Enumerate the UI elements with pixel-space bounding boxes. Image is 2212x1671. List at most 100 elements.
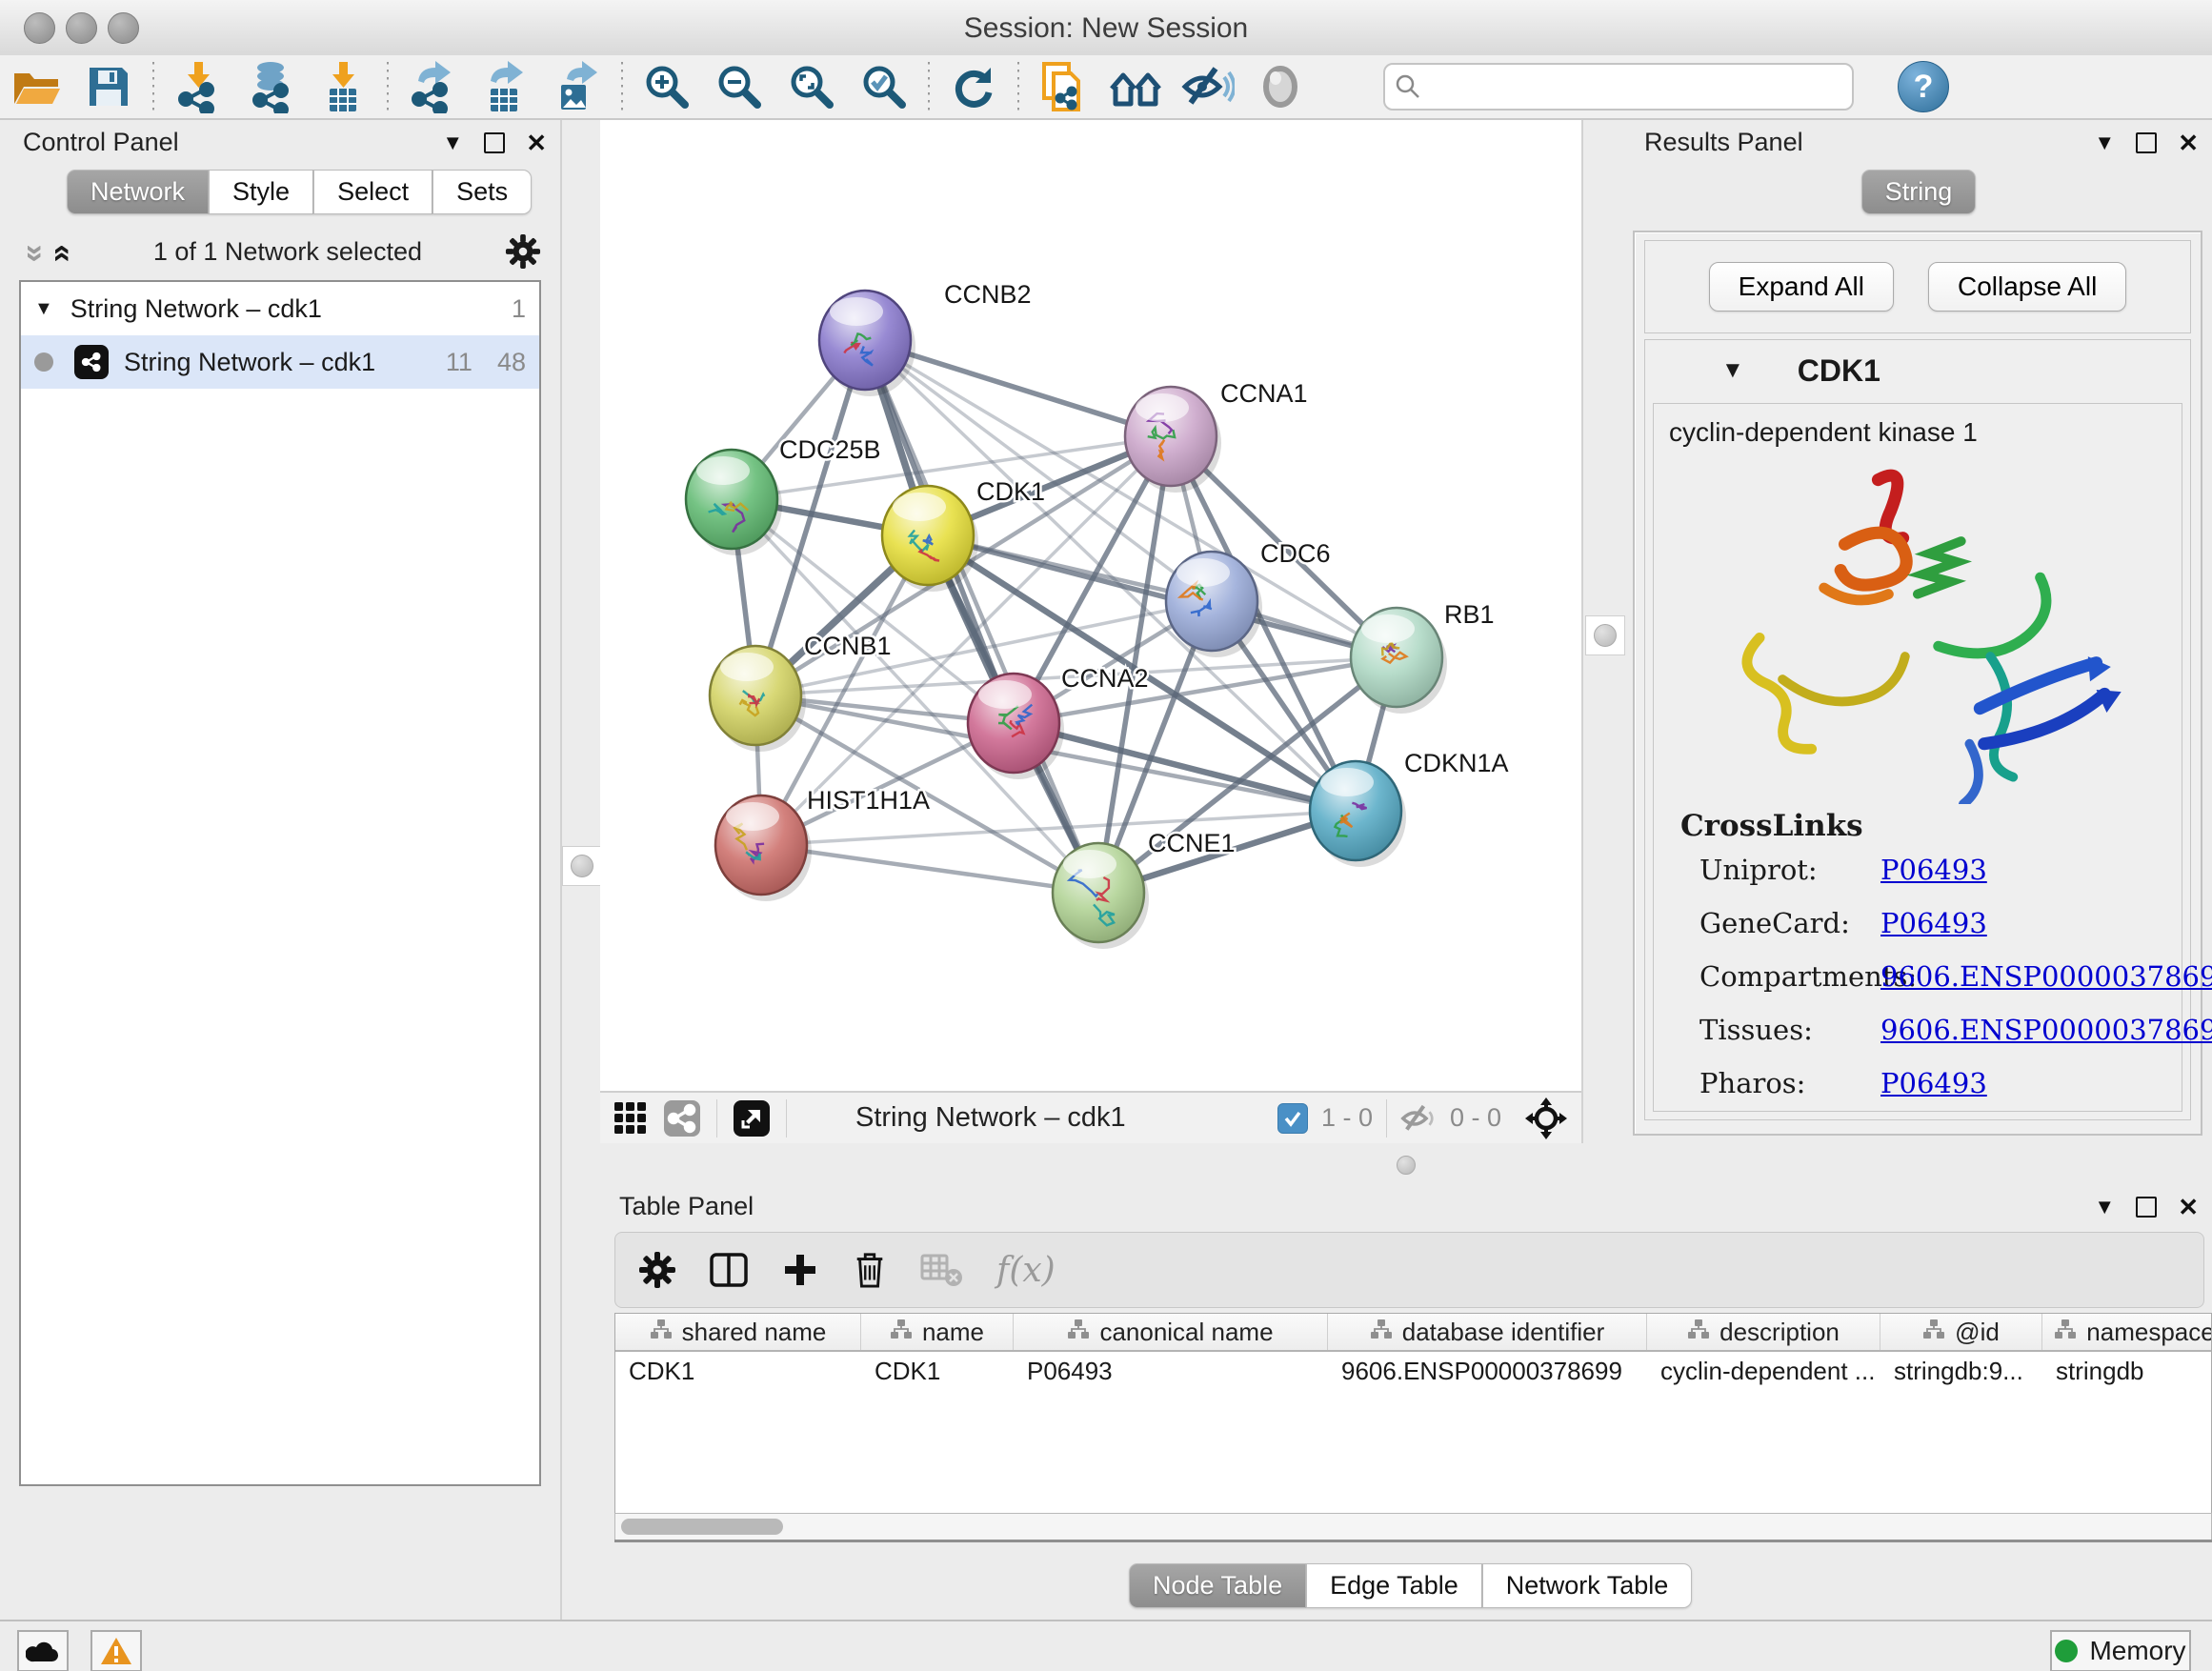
crosslink-link[interactable]: P06493 xyxy=(1880,907,1987,939)
tab-network[interactable]: Network xyxy=(67,170,209,214)
node-CCNB2[interactable]: CCNB2 xyxy=(819,280,1032,396)
gene-description: cyclin-dependent kinase 1 xyxy=(1654,404,2182,448)
panel-close-icon[interactable]: ✕ xyxy=(2178,131,2199,155)
crosslink-link[interactable]: 9606.ENSP00000378699 xyxy=(1880,960,2212,993)
zoom-out-button[interactable] xyxy=(703,58,775,115)
node-CDK1[interactable]: CDK1 xyxy=(882,477,1045,592)
network-collection-row[interactable]: ▼ String Network – cdk1 1 xyxy=(21,282,539,335)
grid-view-icon[interactable] xyxy=(613,1101,648,1136)
panel-menu-icon[interactable]: ▼ xyxy=(2094,132,2115,153)
table-horizontal-scrollbar[interactable] xyxy=(614,1513,2212,1541)
edge-HIST1H1A-CCNE1[interactable] xyxy=(761,845,1098,893)
horizontal-splitter[interactable] xyxy=(600,1143,2212,1186)
refresh-button[interactable] xyxy=(937,58,1010,115)
cytoscape-window: Session: New Session xyxy=(0,0,2212,1671)
hide-selected-button[interactable] xyxy=(1172,58,1244,115)
import-network-button[interactable] xyxy=(162,58,234,115)
left-splitter[interactable] xyxy=(560,120,604,1620)
zoom-selected-button[interactable] xyxy=(848,58,920,115)
collapse-all-button[interactable]: Collapse All xyxy=(1928,262,2126,312)
add-column-icon[interactable] xyxy=(781,1251,819,1289)
tab-edge-table[interactable]: Edge Table xyxy=(1306,1563,1482,1608)
copy-network-button[interactable] xyxy=(1027,58,1099,115)
panel-close-icon[interactable]: ✕ xyxy=(2178,1195,2199,1219)
network-row[interactable]: String Network – cdk1 11 48 xyxy=(21,335,539,389)
zoom-fit-button[interactable] xyxy=(775,58,848,115)
gene-collapse-icon[interactable]: ▼ xyxy=(1721,357,1744,384)
search-field[interactable] xyxy=(1383,63,1854,111)
help-button[interactable]: ? xyxy=(1898,61,1949,112)
column-header-shared-name[interactable]: shared name xyxy=(615,1314,861,1350)
table-row[interactable]: CDK1CDK1P064939606.ENSP00000378699cyclin… xyxy=(615,1352,2211,1390)
table-options-gear-icon[interactable] xyxy=(638,1251,676,1289)
cloud-status-button[interactable] xyxy=(17,1630,69,1671)
expand-all-button[interactable]: Expand All xyxy=(1709,262,1894,312)
crosslink-link[interactable]: P06493 xyxy=(1880,1067,1987,1099)
zoom-in-button[interactable] xyxy=(631,58,703,115)
panel-close-icon[interactable]: ✕ xyxy=(526,131,547,155)
show-columns-icon[interactable] xyxy=(709,1251,749,1289)
export-table-button[interactable] xyxy=(469,58,541,115)
horizontal-splitter-grabber[interactable] xyxy=(1397,1156,1416,1175)
column-header-namespace[interactable]: namespace xyxy=(2042,1314,2212,1350)
memory-button[interactable]: Memory xyxy=(2050,1630,2191,1671)
tab-string[interactable]: String xyxy=(1861,170,1977,214)
warnings-button[interactable] xyxy=(90,1630,142,1671)
control-panel-tabs: NetworkStyleSelectSets xyxy=(67,170,532,214)
column-header-database-identifier[interactable]: database identifier xyxy=(1328,1314,1647,1350)
import-database-button[interactable] xyxy=(234,58,307,115)
collapse-all-networks-icon[interactable]: « xyxy=(47,245,79,259)
search-input[interactable] xyxy=(1421,71,1842,103)
show-all-button[interactable] xyxy=(1244,58,1317,115)
first-neighbors-button[interactable] xyxy=(1099,58,1172,115)
open-session-button[interactable] xyxy=(0,58,72,115)
crosslink-link[interactable]: P06493 xyxy=(1880,854,1987,886)
tab-style[interactable]: Style xyxy=(209,170,313,214)
tab-network-table[interactable]: Network Table xyxy=(1482,1563,1693,1608)
column-header-@id[interactable]: @id xyxy=(1880,1314,2042,1350)
selected-nodes-checkbox[interactable] xyxy=(1277,1103,1308,1134)
column-header-name[interactable]: name xyxy=(861,1314,1014,1350)
tab-node-table[interactable]: Node Table xyxy=(1129,1563,1306,1608)
delete-column-icon[interactable] xyxy=(852,1250,888,1290)
toolbar-separator xyxy=(387,62,389,111)
gene-detail-box: cyclin-dependent kinase 1 xyxy=(1653,403,2182,1112)
node-CDC6[interactable]: CDC6 xyxy=(1166,539,1331,657)
save-session-button[interactable] xyxy=(72,58,145,115)
left-splitter-grabber[interactable] xyxy=(562,846,602,886)
detach-view-icon[interactable] xyxy=(733,1099,771,1137)
right-splitter[interactable] xyxy=(1581,120,1629,1143)
export-image-button[interactable] xyxy=(541,58,613,115)
network-canvas[interactable]: CCNB2CCNA1CDC25BCDK1CDC6RB1CCNB1CCNA2CDK… xyxy=(600,120,1581,1091)
panel-float-icon[interactable] xyxy=(484,132,505,153)
crosslink-label: Compartments: xyxy=(1699,960,1880,993)
network-tree: ▼ String Network – cdk1 1 String Network… xyxy=(19,280,541,1486)
node-RB1[interactable]: RB1 xyxy=(1351,600,1495,714)
node-HIST1H1A[interactable]: HIST1H1A xyxy=(715,786,930,901)
right-splitter-grabber[interactable] xyxy=(1585,615,1625,655)
network-share-icon[interactable] xyxy=(663,1099,701,1137)
tab-sets[interactable]: Sets xyxy=(432,170,532,214)
column-header-description[interactable]: description xyxy=(1647,1314,1880,1350)
node-CCNE1[interactable]: CCNE1 xyxy=(1053,829,1236,949)
node-CDC25B[interactable]: CDC25B xyxy=(686,435,881,555)
node-label-CCNB1: CCNB1 xyxy=(804,632,892,660)
collection-expand-icon[interactable]: ▼ xyxy=(34,298,53,320)
crosslink-label: Uniprot: xyxy=(1699,854,1880,886)
node-CCNA1[interactable]: CCNA1 xyxy=(1125,379,1308,493)
node-CDKN1A[interactable]: CDKN1A xyxy=(1310,749,1509,867)
pan-crosshair-icon[interactable] xyxy=(1524,1097,1568,1140)
export-network-button[interactable] xyxy=(396,58,469,115)
panel-menu-icon[interactable]: ▼ xyxy=(442,132,463,153)
scrollbar-thumb[interactable] xyxy=(621,1519,783,1535)
crosslink-row: Tissues:9606.ENSP00000378699 xyxy=(1699,1014,2162,1046)
column-header-canonical-name[interactable]: canonical name xyxy=(1014,1314,1328,1350)
export-network-icon xyxy=(407,60,458,113)
tab-select[interactable]: Select xyxy=(313,170,432,214)
crosslink-link[interactable]: 9606.ENSP00000378699 xyxy=(1880,1014,2212,1046)
panel-float-icon[interactable] xyxy=(2136,132,2157,153)
panel-float-icon[interactable] xyxy=(2136,1197,2157,1218)
panel-menu-icon[interactable]: ▼ xyxy=(2094,1197,2115,1218)
network-options-gear-icon[interactable] xyxy=(505,233,541,270)
import-table-button[interactable] xyxy=(307,58,379,115)
